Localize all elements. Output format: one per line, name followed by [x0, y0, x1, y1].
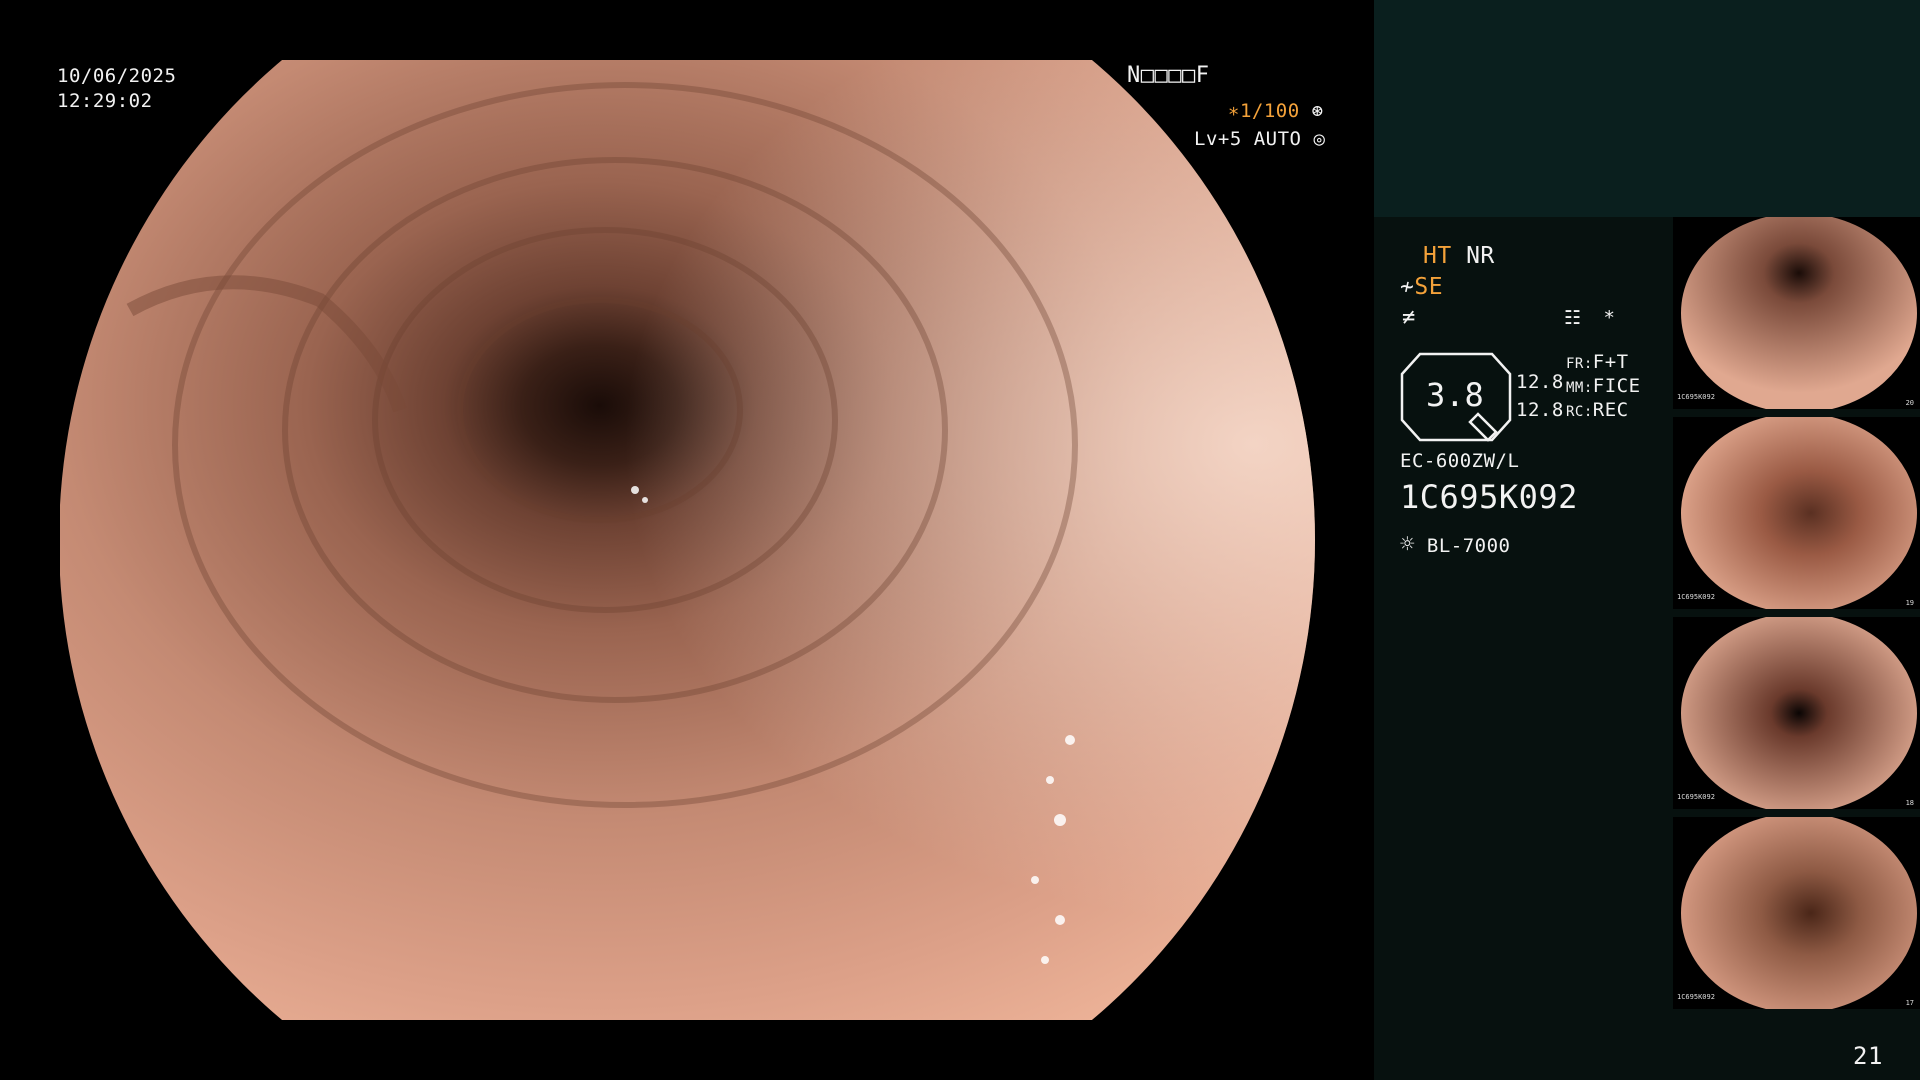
color-tone-icon: ≠ [1402, 305, 1416, 330]
light-source-text: BL-7000 [1426, 535, 1511, 557]
thumbnail-2[interactable]: 1C695K092 19 [1673, 417, 1920, 609]
thumbnail-label: 1C695K092 [1677, 793, 1715, 801]
info-panel-header [1374, 0, 1920, 217]
light-source-row: ☼ BL-7000 [1400, 532, 1510, 559]
settings-row: ☷ * [1564, 306, 1615, 331]
endoscopy-view [60, 60, 1315, 1020]
rc-label: RC: [1566, 404, 1593, 420]
brightness-level: Lv+5 AUTO ◎ [1194, 127, 1325, 152]
light-source-icon: ☼ [1400, 530, 1415, 558]
thumbnail-1[interactable]: 1C695K092 20 [1673, 217, 1920, 409]
thumbnail-3[interactable]: 1C695K092 18 [1673, 617, 1920, 809]
menu-icon: ☷ [1564, 307, 1582, 329]
se-label: SE [1414, 274, 1444, 300]
iris-icon: ◎ [1313, 128, 1326, 150]
mode-text: AUTO [1253, 128, 1302, 150]
serial-number: 1C695K092 [1400, 478, 1578, 516]
mm-value: FICE [1592, 375, 1641, 397]
nr-label: NR [1466, 243, 1495, 269]
page-number: 21 [1853, 1042, 1883, 1070]
asterisk-mark: * [1603, 307, 1616, 329]
thumbnail-4[interactable]: 1C695K092 17 [1673, 817, 1920, 1009]
value-2: 12.8 [1516, 399, 1564, 421]
thumbnail-label: 1C695K092 [1677, 393, 1715, 401]
scope-model: EC-600ZW/L [1400, 450, 1520, 472]
timestamp: 10/06/2025 12:29:02 [57, 64, 176, 114]
fr-value: F+T [1592, 351, 1629, 373]
ht-label: HT [1423, 243, 1452, 269]
shutter-speed: ∗1/100 ⊛ [1228, 99, 1324, 124]
rc-value: REC [1592, 399, 1629, 421]
endoscopy-image [60, 60, 1315, 1020]
date-text: 10/06/2025 [57, 65, 177, 87]
fr-row: FR:F+T [1566, 350, 1629, 377]
structure-enhance-icon: ≁ [1400, 274, 1415, 300]
thumbnail-label: 1C695K092 [1677, 993, 1715, 1001]
time-text: 12:29:02 [57, 90, 153, 112]
shutter-text: ∗1/100 [1228, 100, 1300, 122]
thumbnail-number: 20 [1905, 399, 1914, 407]
mm-label: MM: [1566, 380, 1593, 396]
rc-row: RC:REC [1566, 398, 1629, 425]
thumbnail-number: 19 [1905, 599, 1914, 607]
patient-code: N□□□□F [1127, 63, 1210, 88]
value-1: 12.8 [1516, 371, 1564, 393]
level-text: Lv+5 [1194, 128, 1242, 150]
se-row: ≁SE [1400, 275, 1443, 300]
fr-label: FR: [1566, 356, 1593, 372]
thumbnail-image [1673, 817, 1920, 1009]
thumbnail-image [1673, 417, 1920, 609]
gauge-value: 3.8 [1426, 376, 1484, 414]
thumbnail-image [1673, 217, 1920, 409]
zoom-gauge: 3.8 [1400, 352, 1512, 442]
aperture-icon: ⊛ [1311, 100, 1324, 122]
thumbnail-image [1673, 617, 1920, 809]
mm-row: MM:FICE [1566, 374, 1641, 401]
thumbnail-label: 1C695K092 [1677, 593, 1715, 601]
ht-nr-row: HT NR [1423, 244, 1495, 269]
thumbnail-number: 17 [1905, 999, 1914, 1007]
thumbnail-number: 18 [1905, 799, 1914, 807]
